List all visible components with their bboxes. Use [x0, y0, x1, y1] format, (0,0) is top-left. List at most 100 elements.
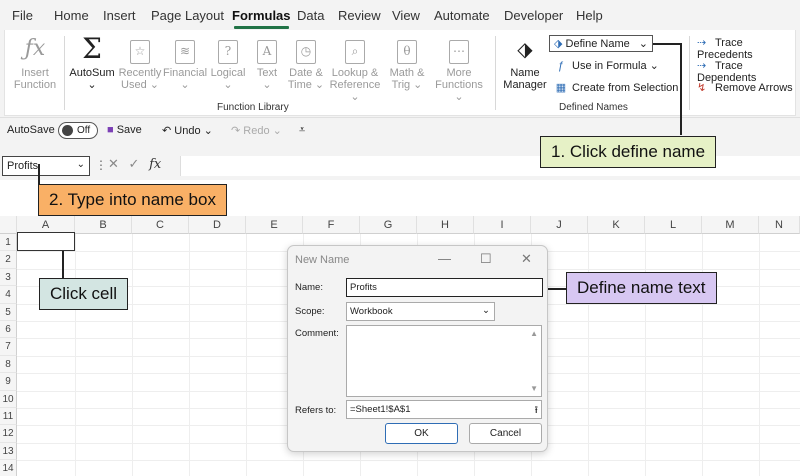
- gridline: [75, 234, 76, 476]
- row-header[interactable]: 3: [0, 268, 17, 287]
- lookup-reference-button[interactable]: ⌕ Lookup & Reference ⌄: [327, 34, 383, 103]
- column-header[interactable]: C: [132, 216, 189, 234]
- column-header[interactable]: N: [759, 216, 800, 234]
- column-header[interactable]: I: [474, 216, 531, 234]
- tab-page-layout[interactable]: Page Layout: [151, 8, 224, 23]
- cancel-icon[interactable]: ✕: [108, 156, 119, 171]
- comment-label: Comment:: [295, 328, 339, 339]
- autosave-toggle[interactable]: Off: [58, 122, 98, 139]
- minimize-icon[interactable]: —: [438, 251, 451, 266]
- column-header[interactable]: B: [75, 216, 132, 234]
- row-header[interactable]: 8: [0, 355, 17, 374]
- refers-to-input[interactable]: =Sheet1!$A$1 ⭱: [346, 400, 542, 419]
- tag-icon: ⬗: [554, 38, 563, 50]
- column-header[interactable]: M: [702, 216, 759, 234]
- ok-button[interactable]: OK: [385, 423, 458, 444]
- chevron-down-icon[interactable]: ⌄: [77, 159, 85, 170]
- gridline: [588, 234, 589, 476]
- financial-button[interactable]: ≋ Financial ⌄: [163, 34, 207, 91]
- row-header[interactable]: 6: [0, 321, 17, 339]
- logical-button[interactable]: ? Logical ⌄: [208, 34, 248, 91]
- select-all-corner[interactable]: [0, 216, 17, 234]
- recently-used-button[interactable]: ☆ Recently Used ⌄: [118, 34, 162, 91]
- tab-formulas[interactable]: Formulas: [232, 8, 291, 29]
- column-header[interactable]: F: [303, 216, 360, 234]
- text-functions-button[interactable]: A Text ⌄: [249, 34, 285, 91]
- redo-button[interactable]: ↷ Redo ⌄: [231, 124, 282, 137]
- cancel-button[interactable]: Cancel: [469, 423, 542, 444]
- autosave-label: AutoSave: [7, 124, 55, 136]
- column-header[interactable]: E: [246, 216, 303, 234]
- gridline: [645, 234, 646, 476]
- tab-file[interactable]: File: [12, 8, 33, 23]
- tab-review[interactable]: Review: [338, 8, 381, 23]
- insert-function-icon[interactable]: fx: [149, 157, 161, 172]
- gridline: [759, 234, 760, 476]
- save-button[interactable]: ■ Save: [107, 124, 142, 136]
- close-icon[interactable]: ✕: [521, 251, 532, 267]
- scroll-up-icon[interactable]: ▲: [530, 329, 538, 338]
- row-header[interactable]: 14: [0, 460, 17, 476]
- tab-help[interactable]: Help: [576, 8, 603, 23]
- row-header[interactable]: 10: [0, 390, 17, 408]
- gridline: [702, 234, 703, 476]
- redo-icon: ↷: [231, 125, 241, 137]
- customize-qat-icon[interactable]: ⩡: [299, 124, 305, 137]
- scope-select[interactable]: Workbook ⌄: [346, 302, 495, 321]
- enter-icon[interactable]: ✓: [129, 156, 140, 171]
- fx-icon: ƒx: [24, 36, 46, 61]
- column-header[interactable]: J: [531, 216, 588, 234]
- selected-cell-a1[interactable]: [17, 232, 75, 251]
- tab-insert[interactable]: Insert: [103, 8, 136, 23]
- insert-function-button[interactable]: ƒx Insert Function: [13, 34, 57, 91]
- autosum-button[interactable]: Σ AutoSum ⌄: [67, 32, 117, 92]
- row-header[interactable]: 13: [0, 442, 17, 461]
- sigma-icon: Σ: [82, 32, 102, 65]
- use-in-formula-button[interactable]: ƒ Use in Formula ⌄: [554, 59, 659, 72]
- row-header[interactable]: 2: [0, 251, 17, 269]
- column-header[interactable]: D: [189, 216, 246, 234]
- trace-precedents-icon: ⇢: [697, 37, 707, 49]
- more-functions-button[interactable]: ⋯ More Functions ⌄: [431, 34, 487, 103]
- math-trig-button[interactable]: θ Math & Trig ⌄: [385, 34, 429, 91]
- remove-arrows-icon: ↯: [697, 82, 707, 94]
- row-header[interactable]: 12: [0, 425, 17, 443]
- column-header[interactable]: K: [588, 216, 645, 234]
- scroll-down-icon[interactable]: ▼: [530, 384, 538, 393]
- more-options-icon[interactable]: ⋮: [95, 158, 107, 172]
- collapse-dialog-icon[interactable]: ⭱: [535, 403, 539, 420]
- trace-precedents-button[interactable]: ⇢ Trace Precedents: [697, 36, 795, 61]
- name-label: Name:: [295, 282, 323, 293]
- create-from-selection-button[interactable]: ▦ Create from Selection: [554, 81, 679, 94]
- row-header[interactable]: 9: [0, 373, 17, 391]
- name-manager-button[interactable]: ⬗ Name Manager: [503, 34, 547, 91]
- column-header[interactable]: H: [417, 216, 474, 234]
- comment-textarea[interactable]: ▲ ▼: [346, 325, 542, 397]
- row-header[interactable]: 7: [0, 338, 17, 356]
- column-header[interactable]: L: [645, 216, 702, 234]
- row-header[interactable]: 11: [0, 408, 17, 426]
- row-header[interactable]: 1: [0, 234, 17, 252]
- name-input[interactable]: Profits: [346, 278, 543, 297]
- row-header[interactable]: 5: [0, 303, 17, 321]
- tab-view[interactable]: View: [392, 8, 420, 23]
- row-header[interactable]: 4: [0, 286, 17, 304]
- separator: [689, 36, 690, 110]
- tab-data[interactable]: Data: [297, 8, 324, 23]
- connector-line: [38, 164, 40, 185]
- column-header[interactable]: G: [360, 216, 417, 234]
- tab-automate[interactable]: Automate: [434, 8, 490, 23]
- chevron-down-icon: ⌄: [638, 38, 648, 50]
- tab-developer[interactable]: Developer: [504, 8, 563, 23]
- undo-button[interactable]: ↶ Undo ⌄: [162, 124, 213, 137]
- date-time-button[interactable]: ◷ Date & Time ⌄: [285, 34, 327, 91]
- gridline: [189, 234, 190, 476]
- remove-arrows-button[interactable]: ↯ Remove Arrows: [697, 81, 793, 94]
- floppy-icon: ■: [107, 124, 114, 136]
- name-box[interactable]: Profits ⌄: [2, 156, 90, 176]
- define-name-button[interactable]: ⬗ Define Name ⌄: [549, 35, 653, 52]
- maximize-icon[interactable]: ☐: [480, 251, 492, 267]
- callout-define-text: Define name text: [566, 272, 717, 304]
- callout-step1: 1. Click define name: [540, 136, 717, 168]
- tab-home[interactable]: Home: [54, 8, 89, 23]
